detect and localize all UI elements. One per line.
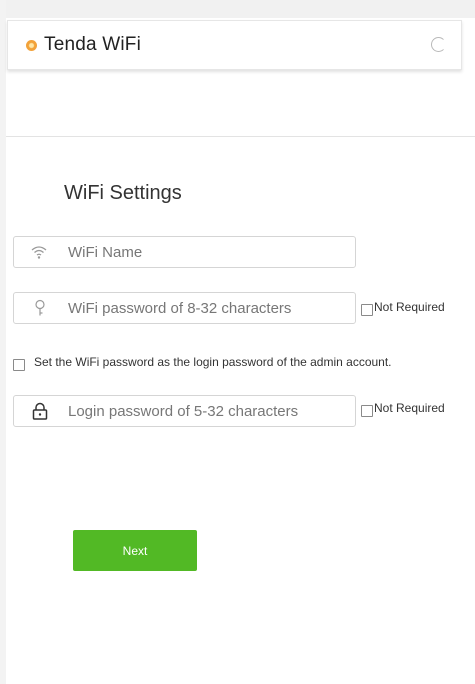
- wifi-password-not-required-checkbox[interactable]: [361, 304, 373, 316]
- login-password-not-required-checkbox[interactable]: [361, 405, 373, 417]
- tenda-logo-icon: [26, 39, 37, 51]
- key-icon: [35, 299, 45, 316]
- app-title: Tenda WiFi: [44, 34, 142, 55]
- same-as-admin-checkbox[interactable]: [13, 359, 25, 371]
- next-button[interactable]: Next: [73, 530, 197, 571]
- refresh-icon[interactable]: [431, 37, 446, 52]
- wifi-icon: [31, 246, 47, 259]
- same-as-admin-label: Set the WiFi password as the login passw…: [34, 355, 392, 369]
- page-title: WiFi Settings: [64, 182, 182, 204]
- wifi-password-input[interactable]: [68, 299, 338, 317]
- login-password-input[interactable]: [68, 402, 338, 420]
- lock-icon: [32, 402, 48, 420]
- login-password-field[interactable]: [13, 395, 356, 427]
- wifi-password-field[interactable]: [13, 292, 356, 324]
- top-strip: [0, 0, 475, 18]
- wifi-name-input[interactable]: [68, 243, 338, 261]
- app-header: Tenda WiFi: [7, 20, 462, 70]
- wifi-name-field[interactable]: [13, 236, 356, 268]
- page: Tenda WiFi WiFi Settings Not Required Se…: [0, 0, 475, 684]
- login-password-not-required-label: Not Required: [374, 401, 445, 415]
- header-divider: [6, 136, 475, 137]
- wifi-password-not-required-label: Not Required: [374, 300, 445, 314]
- left-edge: [0, 0, 6, 684]
